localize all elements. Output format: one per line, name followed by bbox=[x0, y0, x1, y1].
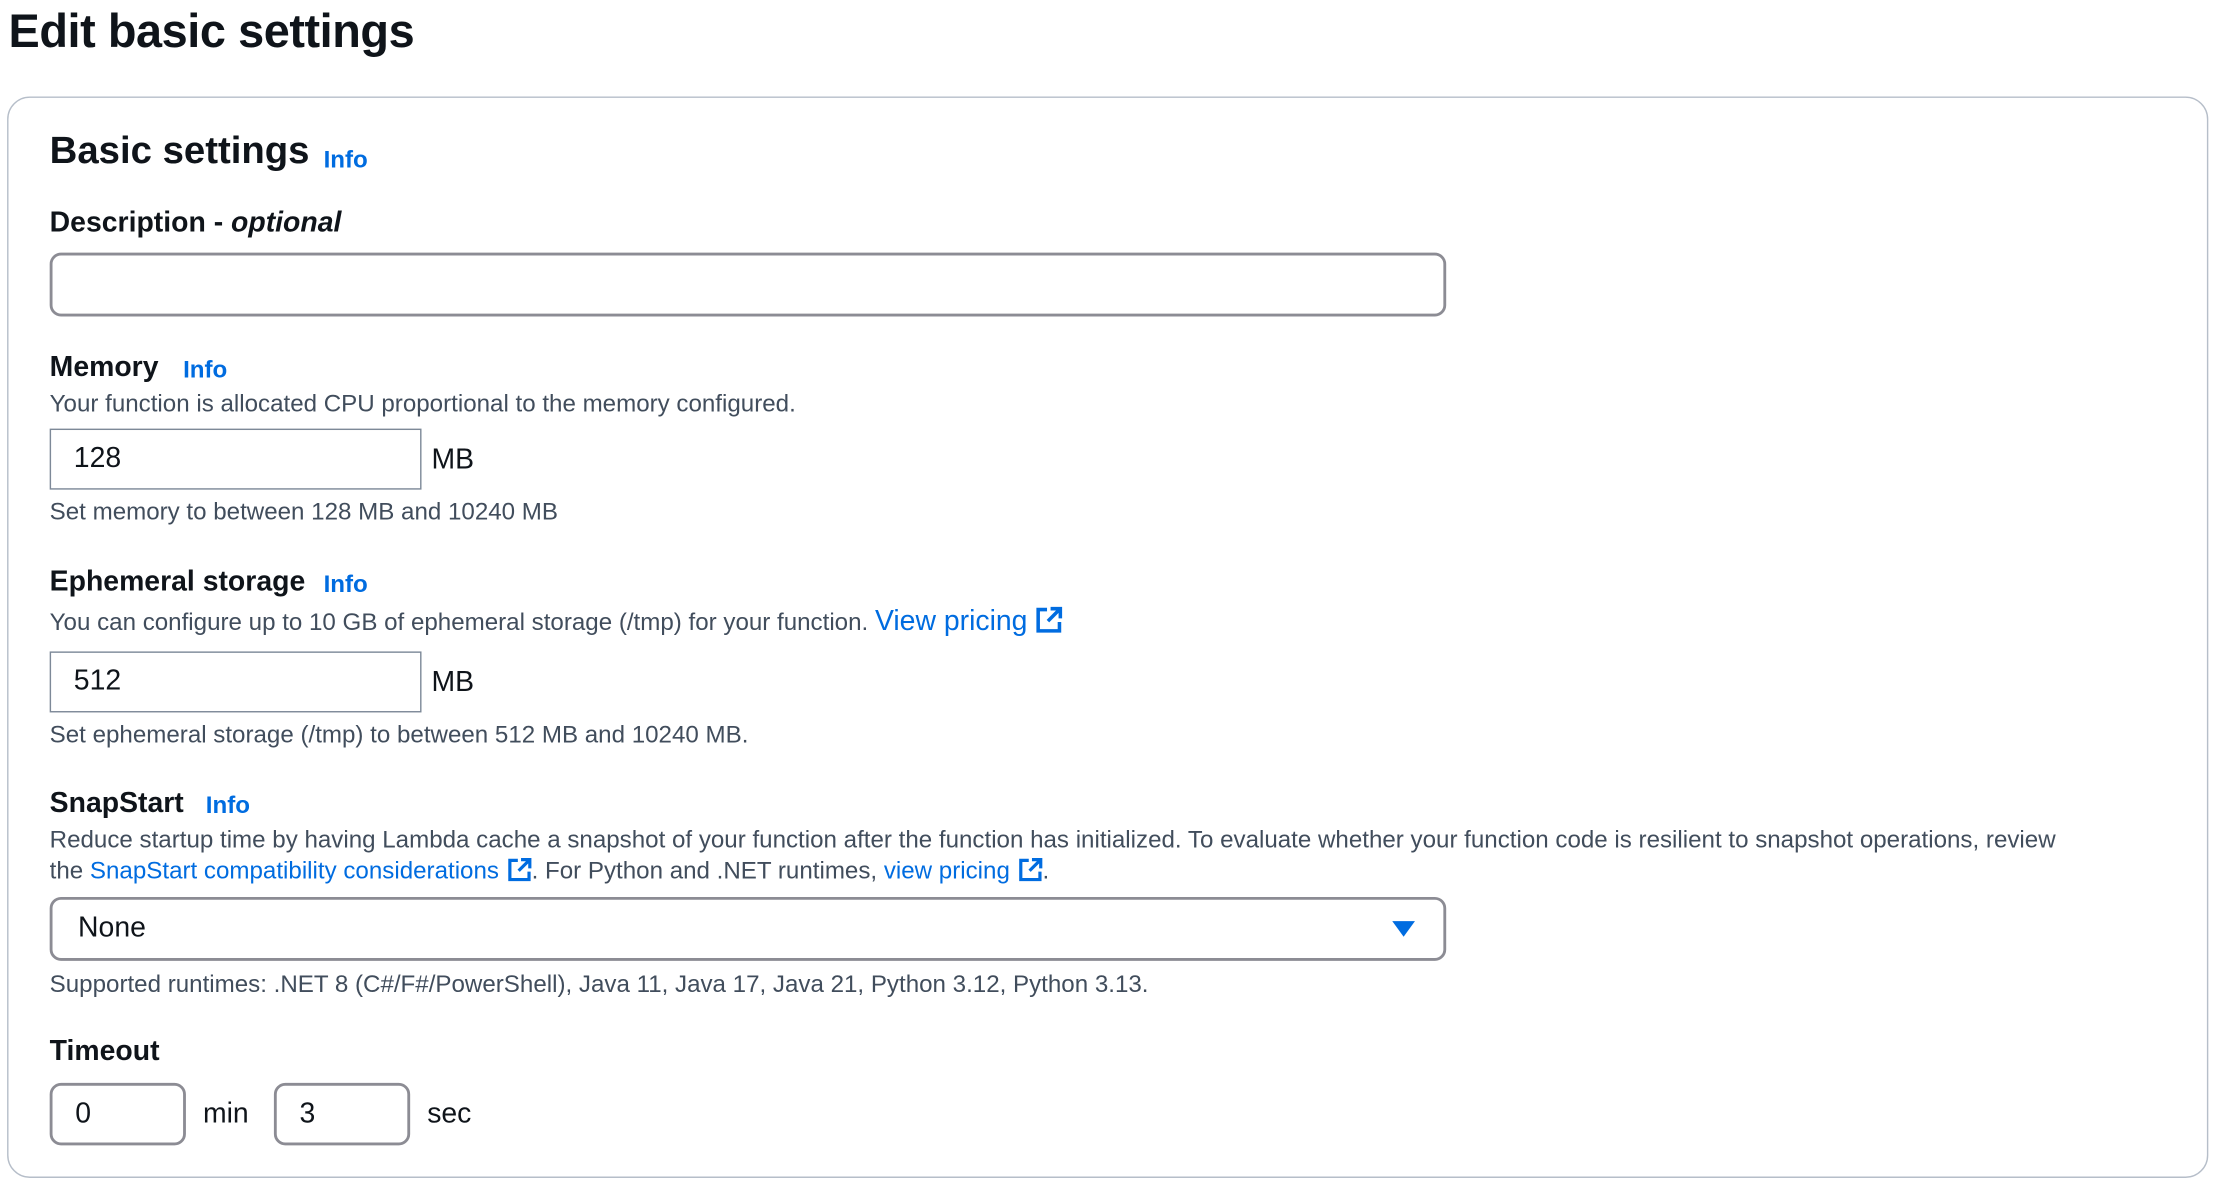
memory-unit: MB bbox=[431, 444, 475, 476]
ephemeral-help-text: You can configure up to 10 GB of ephemer… bbox=[50, 606, 1063, 639]
basic-settings-info-link[interactable]: Info bbox=[324, 146, 368, 174]
memory-info-link[interactable]: Info bbox=[183, 356, 227, 384]
snapstart-selected-value: None bbox=[78, 912, 146, 944]
ephemeral-constraint: Set ephemeral storage (/tmp) to between … bbox=[49, 720, 749, 748]
external-link-icon bbox=[1018, 858, 1042, 882]
snapstart-view-pricing-link[interactable]: view pricing bbox=[884, 857, 1043, 884]
page-root: Edit basic settings Basic settings Info … bbox=[0, 0, 2214, 1178]
description-label: Description - optional bbox=[49, 207, 342, 239]
snapstart-help-line1: Reduce startup time by having Lambda cac… bbox=[49, 825, 2056, 853]
ephemeral-storage-input[interactable]: 512 bbox=[49, 651, 422, 713]
snapstart-runtimes: Supported runtimes: .NET 8 (C#/F#/PowerS… bbox=[49, 970, 1149, 998]
caret-down-icon bbox=[1392, 921, 1415, 937]
ephemeral-help-body: You can configure up to 10 GB of ephemer… bbox=[49, 608, 869, 636]
snapstart-select[interactable]: None bbox=[49, 896, 1447, 961]
snapstart-info-link[interactable]: Info bbox=[206, 792, 250, 820]
memory-label: Memory bbox=[49, 351, 159, 384]
snapstart-compatibility-link[interactable]: SnapStart compatibility considerations bbox=[90, 857, 532, 884]
ephemeral-storage-label: Ephemeral storage bbox=[49, 566, 306, 598]
timeout-min-input[interactable]: 0 bbox=[49, 1082, 186, 1146]
timeout-sec-input[interactable]: 3 bbox=[273, 1082, 411, 1146]
timeout-sec-unit: sec bbox=[427, 1098, 472, 1130]
external-link-icon bbox=[507, 858, 531, 882]
ephemeral-storage-info-link[interactable]: Info bbox=[324, 571, 368, 599]
description-input[interactable] bbox=[49, 252, 1447, 317]
external-link-icon bbox=[1036, 606, 1063, 633]
snapstart-help-line2: the SnapStart compatibility consideratio… bbox=[49, 857, 1050, 885]
page-title: Edit basic settings bbox=[8, 4, 415, 57]
timeout-min-unit: min bbox=[202, 1098, 249, 1130]
ephemeral-unit: MB bbox=[431, 667, 475, 699]
memory-constraint: Set memory to between 128 MB and 10240 M… bbox=[49, 498, 558, 526]
memory-help-text: Your function is allocated CPU proportio… bbox=[49, 390, 796, 418]
section-heading: Basic settings bbox=[49, 129, 310, 172]
memory-input[interactable]: 128 bbox=[49, 428, 422, 490]
view-pricing-link[interactable]: View pricing bbox=[875, 606, 1063, 637]
snapstart-label: SnapStart bbox=[49, 787, 184, 819]
timeout-label: Timeout bbox=[49, 1036, 160, 1068]
